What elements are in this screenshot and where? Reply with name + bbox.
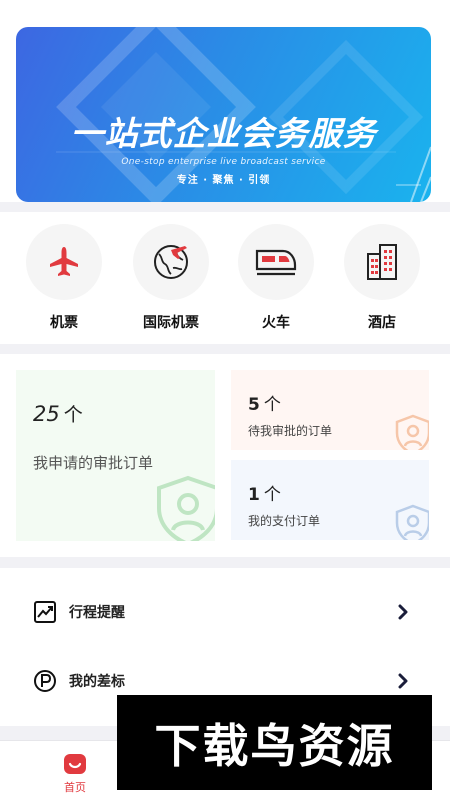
- service-categories: 机票 国际机票 火车 酒店: [0, 212, 450, 344]
- category-hotel[interactable]: 酒店: [342, 224, 422, 332]
- payment-count-unit: 个: [263, 485, 281, 505]
- tab-home[interactable]: 首页: [30, 741, 120, 800]
- category-label: 酒店: [368, 315, 396, 331]
- category-train[interactable]: 火车: [236, 224, 316, 332]
- approval-section: 25 个 我申请的审批订单 5个 待我审批的订单 1个 我的支付订单: [0, 354, 450, 557]
- chevron-right-icon: [398, 673, 408, 689]
- pending-label: 待我审批的订单: [248, 424, 333, 438]
- promo-banner[interactable]: 一站式企业会务服务 One-stop enterprise live broad…: [16, 27, 431, 202]
- category-icon-bg: [344, 224, 420, 300]
- category-label: 火车: [262, 315, 290, 331]
- applied-orders-card[interactable]: 25 个 我申请的审批订单: [16, 370, 215, 541]
- category-icon-bg: [26, 224, 102, 300]
- globe-plane-icon: [154, 245, 188, 279]
- pending-count-unit: 个: [263, 395, 281, 415]
- banner-subtitle: One-stop enterprise live broadcast servi…: [121, 157, 326, 167]
- banner-tagline: 专注 · 聚焦 · 引领: [176, 175, 271, 186]
- applied-label: 我申请的审批订单: [33, 454, 154, 472]
- menu-item-label: 行程提醒: [69, 605, 125, 621]
- category-label: 国际机票: [143, 315, 199, 331]
- pending-approval-card[interactable]: 5个 待我审批的订单: [231, 370, 429, 450]
- payment-orders-card[interactable]: 1个 我的支付订单: [231, 460, 429, 540]
- airplane-icon: [50, 247, 78, 276]
- train-icon: [255, 249, 297, 276]
- shield-user-icon: [395, 414, 429, 450]
- menu-item-label: 我的差标: [69, 674, 125, 690]
- shield-user-icon: [395, 504, 429, 540]
- banner-title: 一站式企业会务服务: [70, 114, 377, 153]
- pending-count-value: 5: [248, 395, 260, 415]
- category-flight[interactable]: 机票: [24, 224, 104, 332]
- tab-home-label: 首页: [64, 781, 86, 794]
- hotel-icon: [367, 244, 397, 280]
- p-circle-icon: [34, 670, 56, 692]
- shield-user-icon: [157, 475, 215, 541]
- watermark-overlay: 下载鸟资源: [117, 695, 432, 790]
- trend-chart-icon: [34, 601, 56, 623]
- payment-label: 我的支付订单: [248, 514, 321, 528]
- chevron-right-icon: [398, 604, 408, 620]
- menu-item-trip-reminder[interactable]: 行程提醒: [0, 582, 450, 642]
- category-label: 机票: [50, 315, 78, 331]
- applied-count-value: 25: [33, 402, 60, 426]
- applied-count-unit: 个: [63, 404, 83, 426]
- home-icon: [64, 754, 86, 774]
- payment-count-value: 1: [248, 485, 260, 505]
- category-icon-bg: [133, 224, 209, 300]
- category-icon-bg: [238, 224, 314, 300]
- applied-count: 25 个: [33, 400, 83, 427]
- category-intl-flight[interactable]: 国际机票: [131, 224, 211, 332]
- payment-count: 1个: [248, 480, 281, 505]
- top-section: 一站式企业会务服务 One-stop enterprise live broad…: [0, 0, 450, 202]
- pending-count: 5个: [248, 390, 281, 415]
